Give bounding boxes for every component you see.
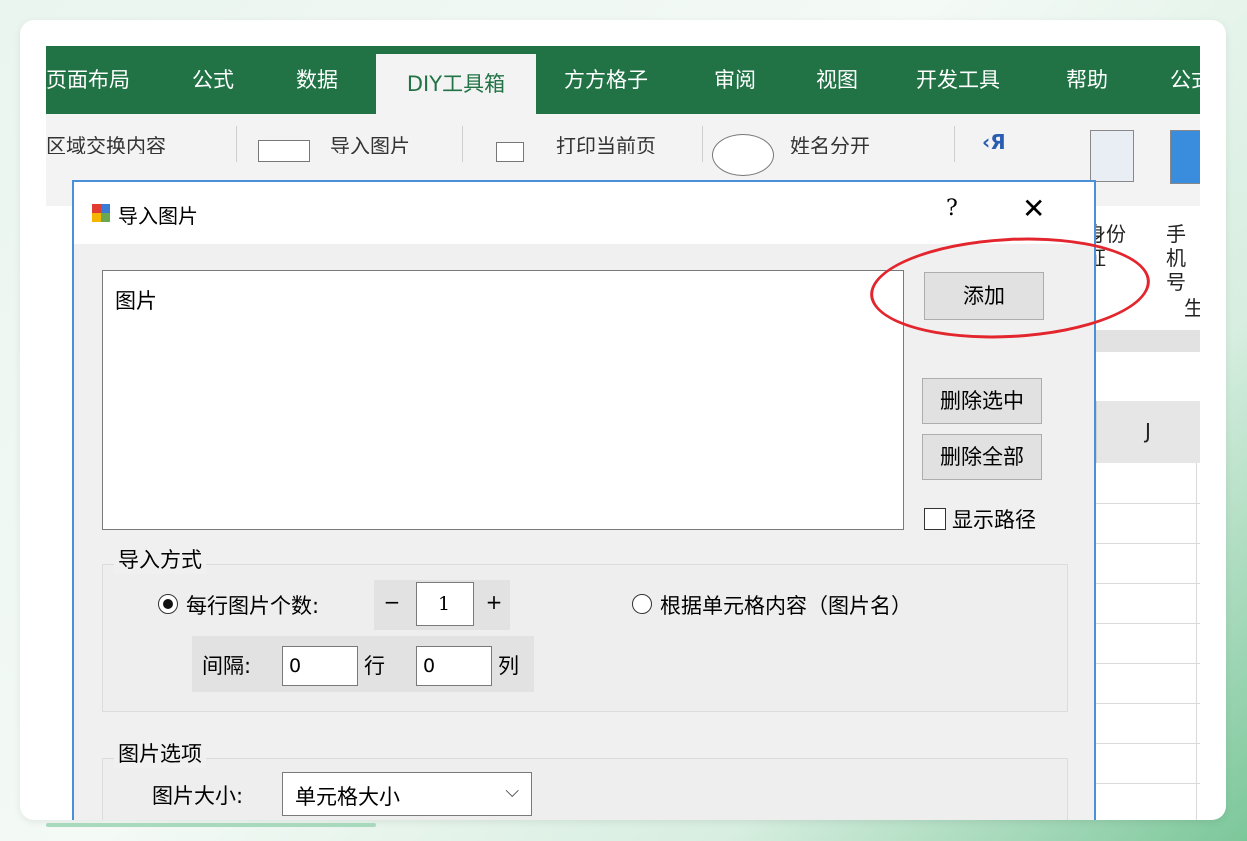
tab-data[interactable]: 数据: [296, 46, 338, 114]
per-row-radio[interactable]: [158, 594, 178, 614]
tab-help[interactable]: 帮助: [1066, 46, 1108, 114]
column-unit-label: 列: [498, 654, 519, 678]
print-icon: [496, 142, 524, 162]
import-picture-icon: [258, 140, 310, 162]
row-line: [1096, 583, 1200, 584]
ribbon-tab-bar: 页面布局 公式 数据 DIY工具箱 方方格子 审阅 视图 开发工具 帮助 公式: [46, 46, 1200, 114]
close-button[interactable]: ✕: [1022, 192, 1045, 225]
picture-list[interactable]: 图片: [102, 270, 904, 530]
tab-developer[interactable]: 开发工具: [916, 46, 1000, 114]
row-line: [1096, 783, 1200, 784]
stepper-plus-button[interactable]: +: [480, 590, 508, 614]
tab-diy-toolbox[interactable]: DIY工具箱: [376, 54, 536, 114]
picture-app-icon: [92, 204, 110, 222]
dialog-title: 导入图片: [118, 204, 198, 228]
ribbon-glyph-icon: ‹Я: [982, 130, 1006, 154]
delete-all-button[interactable]: 删除全部: [922, 434, 1042, 480]
picture-list-header: 图片: [115, 289, 157, 313]
tab-fangfang-gezi[interactable]: 方方格子: [564, 46, 648, 114]
split-name-command[interactable]: 姓名分开: [790, 130, 870, 154]
tab-formulas-2[interactable]: 公式: [1170, 46, 1200, 114]
delete-selected-button[interactable]: 删除选中: [922, 378, 1042, 424]
tab-formulas[interactable]: 公式: [192, 46, 234, 114]
picture-options-legend: 图片选项: [114, 738, 206, 768]
column-gap-input[interactable]: [416, 646, 492, 686]
tab-page-layout[interactable]: 页面布局: [46, 46, 130, 114]
import-mode-legend: 导入方式: [114, 544, 206, 574]
chevron-down-icon: ⌵: [505, 781, 519, 802]
tab-review[interactable]: 审阅: [714, 46, 756, 114]
row-gap-input[interactable]: [282, 646, 358, 686]
help-button[interactable]: ?: [946, 196, 958, 221]
by-cell-content-label: 根据单元格内容（图片名）: [660, 594, 912, 618]
screenshot-frame: 页面布局 公式 数据 DIY工具箱 方方格子 审阅 视图 开发工具 帮助 公式 …: [20, 20, 1226, 820]
ribbon-separator: [702, 126, 703, 162]
row-line: [1096, 623, 1200, 624]
column-header-j[interactable]: J: [1096, 401, 1200, 463]
column-header-label: J: [1145, 419, 1151, 443]
progress-underline: [46, 823, 376, 827]
ribbon-separator: [462, 126, 463, 162]
swap-region-command[interactable]: 区域交换内容: [46, 130, 166, 154]
formula-bar: [1096, 330, 1200, 352]
ribbon-separator: [954, 126, 955, 162]
row-unit-label: 行: [364, 654, 385, 678]
stepper-minus-button[interactable]: −: [378, 590, 406, 614]
per-row-input[interactable]: [416, 582, 474, 626]
excel-window: 页面布局 公式 数据 DIY工具箱 方方格子 审阅 视图 开发工具 帮助 公式 …: [46, 46, 1200, 820]
ribbon-group-label: 生: [1184, 296, 1200, 320]
import-picture-command[interactable]: 导入图片: [330, 130, 410, 154]
show-path-label: 显示路径: [952, 508, 1036, 532]
picture-size-label: 图片大小:: [152, 784, 244, 808]
phone-button[interactable]: 手机号: [1166, 222, 1196, 294]
ribbon-separator: [236, 126, 237, 162]
picture-size-select[interactable]: 单元格大小 ⌵: [282, 772, 532, 816]
gap-label: 间隔:: [202, 654, 252, 678]
split-name-icon: [712, 134, 774, 176]
per-row-label: 每行图片个数:: [186, 594, 320, 618]
row-line: [1096, 703, 1200, 704]
tab-view[interactable]: 视图: [816, 46, 858, 114]
row-line: [1096, 543, 1200, 544]
show-path-checkbox[interactable]: [924, 508, 946, 530]
row-line: [1096, 743, 1200, 744]
id-card-icon: [1090, 130, 1134, 182]
picture-size-value: 单元格大小: [295, 785, 400, 809]
by-cell-content-radio[interactable]: [632, 594, 652, 614]
row-line: [1096, 503, 1200, 504]
phone-icon: [1170, 130, 1200, 184]
print-current-command[interactable]: 打印当前页: [556, 130, 656, 154]
column-line: [1196, 463, 1197, 820]
picture-options-group: [102, 758, 1068, 820]
dialog-title-bar: 导入图片 ? ✕: [74, 182, 1094, 244]
row-line: [1096, 663, 1200, 664]
